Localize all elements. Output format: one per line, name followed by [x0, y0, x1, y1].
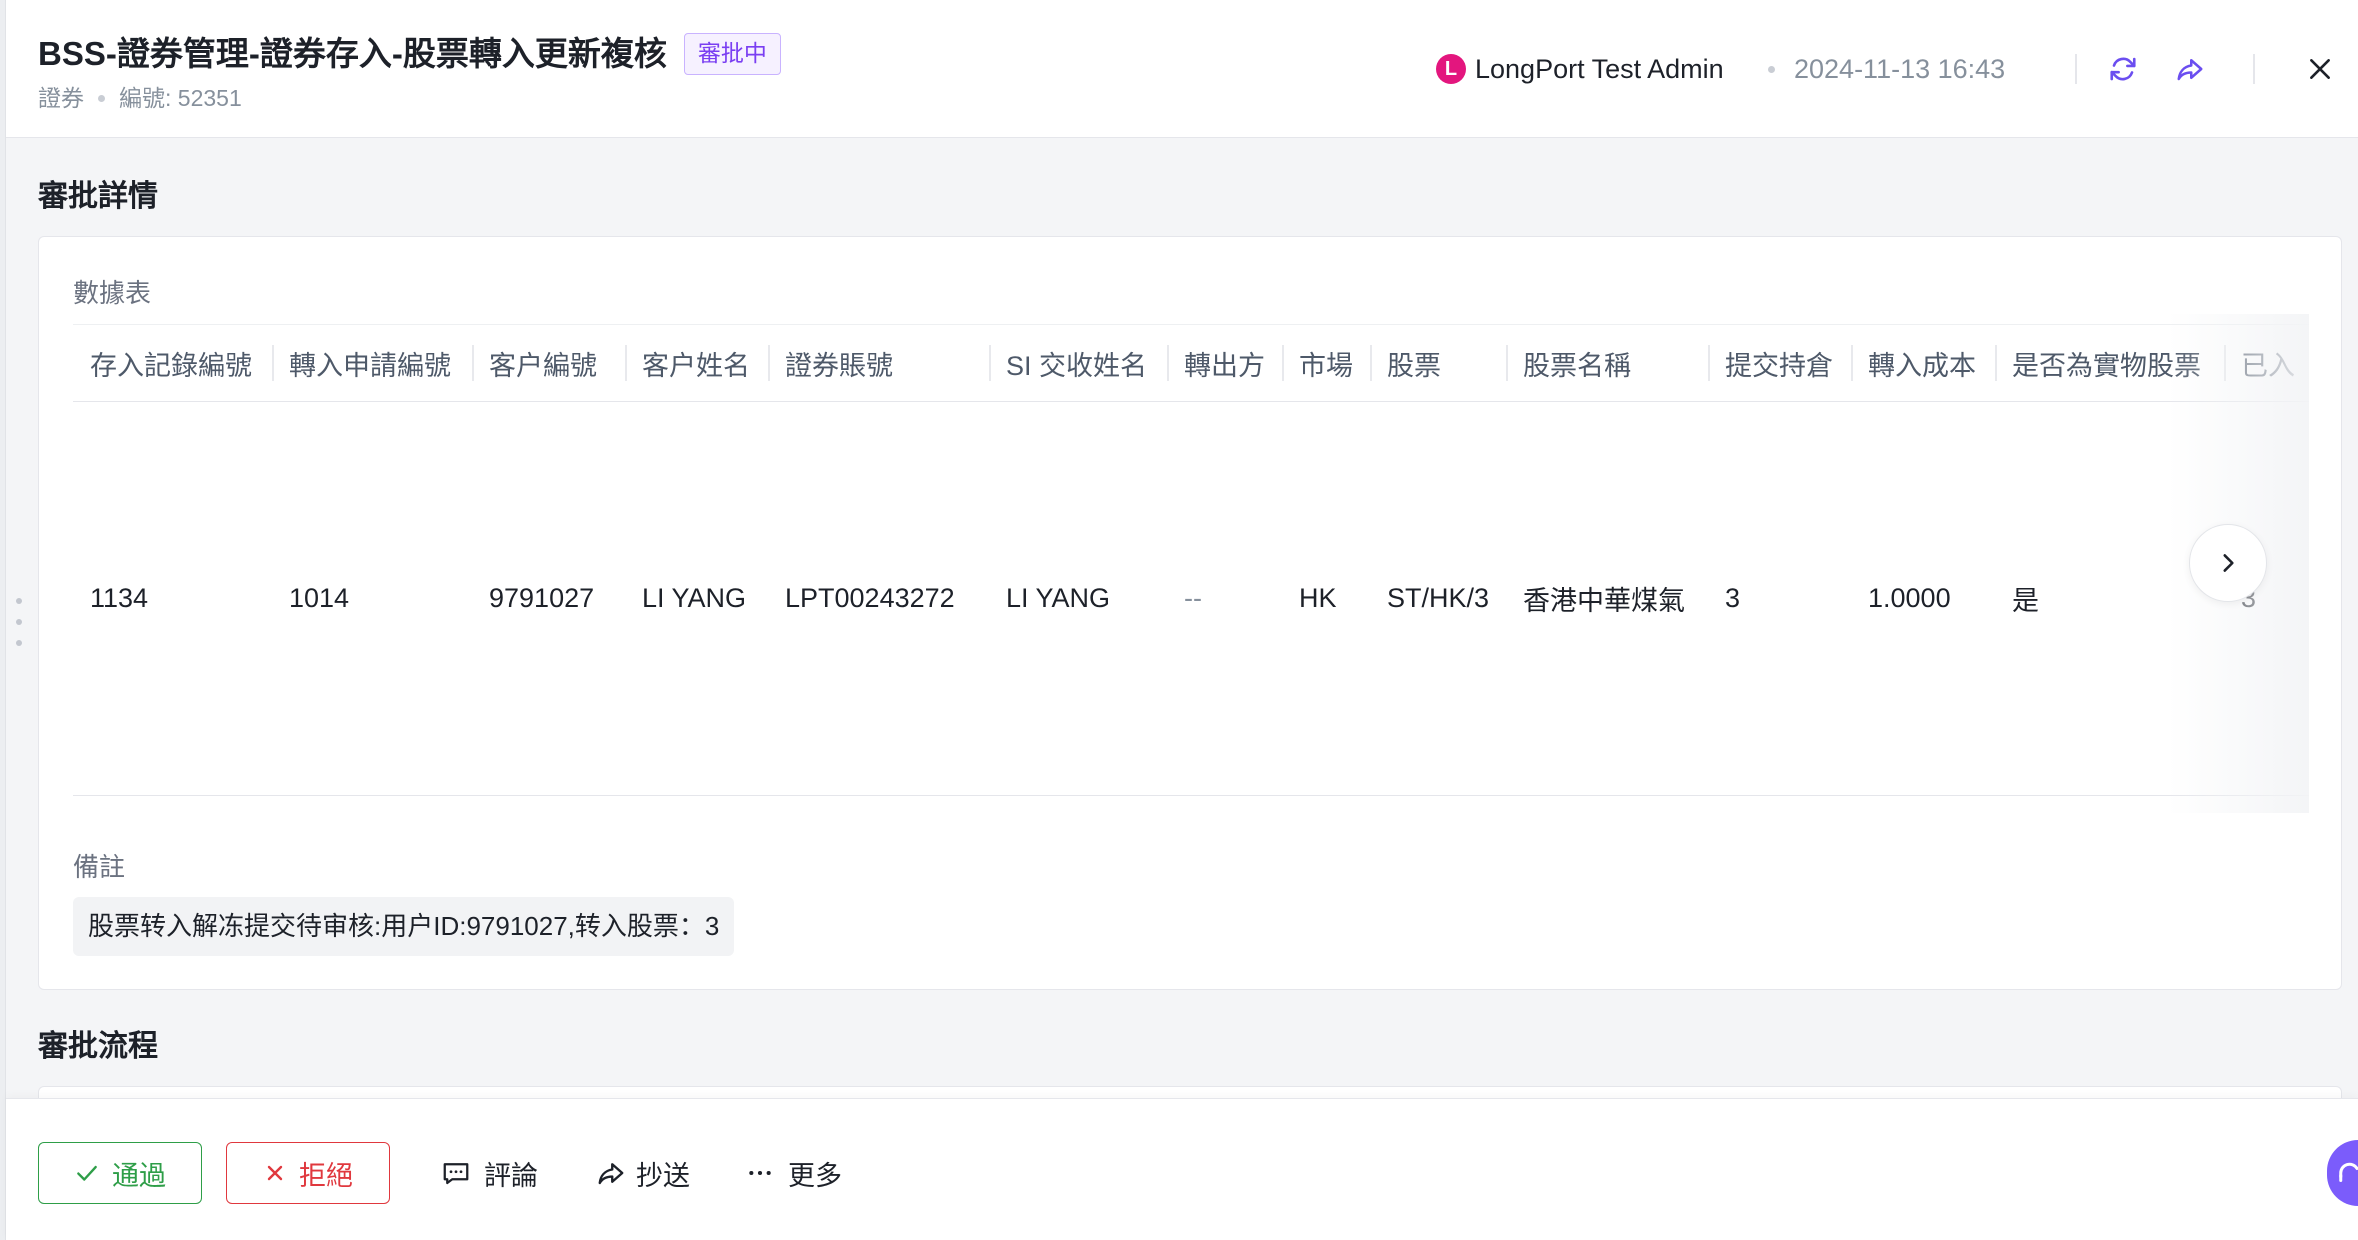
reject-button[interactable]: 拒絕	[226, 1142, 390, 1204]
drawer-edge	[0, 0, 6, 1240]
column-header-client-id: 客户編號	[472, 324, 625, 402]
column-header-stock-name: 股票名稱	[1506, 324, 1708, 402]
cell-transfer-out-party: --	[1167, 401, 1282, 796]
cell-securities-account: LPT00243272	[768, 401, 989, 796]
comment-button[interactable]: 評論	[441, 1142, 538, 1204]
chevron-right-icon	[2223, 554, 2234, 572]
close-icon	[2310, 59, 2330, 79]
data-table: 存入記錄編號 轉入申請編號 客户編號 客户姓名 證券賬號 SI 交收姓名 轉出方…	[73, 324, 2309, 796]
cell-client-name: LI YANG	[625, 401, 768, 796]
refresh-icon	[2110, 57, 2136, 81]
avatar: L	[1436, 54, 1466, 84]
remark-label: 備註	[73, 852, 126, 882]
section-title-process: 審批流程	[38, 1030, 158, 1063]
column-header-securities-account: 證券賬號	[768, 324, 989, 402]
column-header-transfer-in-cost: 轉入成本	[1851, 324, 1995, 402]
cell-transfer-application-id: 1014	[272, 401, 472, 796]
separator-dot	[98, 94, 105, 102]
remark-text: 股票转入解冻提交待审核:用户ID:9791027,转入股票：3	[73, 897, 735, 956]
column-header-deposited: 已入	[2224, 324, 2309, 402]
column-header-submitted-holding: 提交持倉	[1708, 324, 1851, 402]
table-header-row: 存入記錄編號 轉入申請編號 客户編號 客户姓名 證券賬號 SI 交收姓名 轉出方…	[73, 324, 2309, 402]
column-header-deposit-record-id: 存入記錄編號	[73, 324, 272, 402]
close-button[interactable]	[2306, 55, 2334, 83]
cell-client-id: 9791027	[472, 401, 625, 796]
header-bar: BSS-證券管理-證券存入-股票轉入更新複核 審批中 證券 編號: 52351 …	[6, 0, 2358, 138]
comment-icon	[443, 1163, 469, 1185]
cell-deposit-record-id: 1134	[73, 401, 272, 796]
help-floating-button[interactable]	[2327, 1140, 2358, 1206]
column-header-si-settlement-name: SI 交收姓名	[989, 324, 1167, 402]
section-title-details: 審批詳情	[38, 180, 158, 213]
separator-dot	[1768, 66, 1775, 73]
more-label: 更多	[788, 1160, 842, 1191]
cell-market: HK	[1282, 401, 1370, 796]
details-card: 數據表 存入記錄編號 轉入申請編號 客户編號 客户姓名 證券賬號 SI 交收姓名…	[38, 236, 2342, 990]
headset-icon	[2339, 1162, 2358, 1182]
check-icon	[77, 1165, 97, 1181]
refresh-button[interactable]	[2107, 53, 2139, 85]
serial-number: 編號: 52351	[119, 85, 242, 111]
forward-icon	[598, 1163, 624, 1185]
drawer-resize-handle[interactable]	[15, 598, 23, 646]
share-icon	[2177, 59, 2203, 81]
column-header-market: 市場	[1282, 324, 1370, 402]
column-header-is-physical-stock: 是否為實物股票	[1995, 324, 2224, 402]
timestamp: 2024-11-13 16:43	[1794, 54, 2006, 84]
data-table-viewport[interactable]: 存入記錄編號 轉入申請編號 客户編號 客户姓名 證券賬號 SI 交收姓名 轉出方…	[73, 324, 2309, 796]
user-name: LongPort Test Admin	[1475, 54, 1724, 84]
column-header-transfer-application-id: 轉入申請編號	[272, 324, 472, 402]
cell-is-physical-stock: 是	[1995, 401, 2224, 796]
ellipsis-icon	[749, 1170, 771, 1176]
page-title: BSS-證券管理-證券存入-股票轉入更新複核	[38, 35, 667, 72]
action-bar: 通過 拒絕 評論 抄送 更多	[6, 1098, 2358, 1240]
category-label: 證券	[38, 85, 84, 111]
title-row: BSS-證券管理-證券存入-股票轉入更新複核 審批中	[38, 30, 781, 78]
column-header-client-name: 客户姓名	[625, 324, 768, 402]
divider	[2253, 54, 2255, 84]
cc-label: 抄送	[636, 1160, 690, 1191]
divider	[2075, 54, 2077, 84]
comment-label: 評論	[484, 1160, 538, 1191]
reject-label: 拒絕	[299, 1160, 353, 1191]
cell-transfer-in-cost: 1.0000	[1851, 401, 1995, 796]
subtitle: 證券 編號: 52351	[38, 83, 242, 113]
scroll-right-button[interactable]	[2189, 524, 2267, 602]
x-icon	[267, 1165, 283, 1181]
table-label: 數據表	[73, 278, 152, 308]
cc-button[interactable]: 抄送	[596, 1142, 690, 1204]
cell-submitted-holding: 3	[1708, 401, 1851, 796]
status-badge: 審批中	[683, 33, 781, 75]
cell-stock-name: 香港中華煤氣	[1506, 401, 1708, 796]
approve-button[interactable]: 通過	[38, 1142, 202, 1204]
more-button[interactable]: 更多	[747, 1142, 842, 1204]
cell-si-settlement-name: LI YANG	[989, 401, 1167, 796]
approve-label: 通過	[112, 1160, 166, 1191]
table-row: 1134 1014 9791027 LI YANG LPT00243272 LI…	[73, 401, 2309, 796]
cell-stock: ST/HK/3	[1370, 401, 1506, 796]
column-header-stock: 股票	[1370, 324, 1506, 402]
column-header-transfer-out-party: 轉出方	[1167, 324, 1282, 402]
share-button[interactable]	[2174, 53, 2206, 85]
